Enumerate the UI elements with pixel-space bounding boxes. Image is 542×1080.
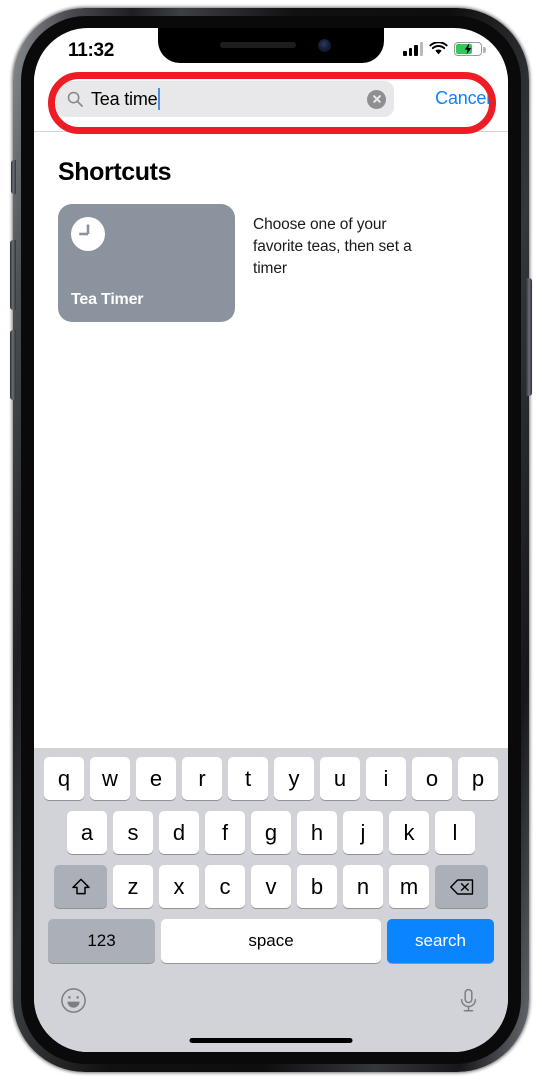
- numbers-key[interactable]: 123: [48, 919, 155, 963]
- key-y[interactable]: y: [274, 757, 314, 800]
- phone-frame: 11:32 Tea time Cancel Shortcuts Tea Time…: [10, 8, 532, 1072]
- shortcut-card-title: Tea Timer: [71, 291, 144, 308]
- shortcut-description: Choose one of your favorite teas, then s…: [253, 216, 412, 277]
- onscreen-keyboard: q w e r t y u i o p a s d f g h j k l z …: [34, 748, 508, 1052]
- phone-screen: 11:32 Tea time Cancel Shortcuts Tea Time…: [34, 28, 508, 1052]
- key-s[interactable]: s: [113, 811, 153, 854]
- key-i[interactable]: i: [366, 757, 406, 800]
- volume-up-button[interactable]: [10, 240, 16, 310]
- key-d[interactable]: d: [159, 811, 199, 854]
- clear-search-button[interactable]: [367, 89, 386, 109]
- key-k[interactable]: k: [389, 811, 429, 854]
- shift-key[interactable]: [54, 865, 107, 908]
- key-o[interactable]: o: [412, 757, 452, 800]
- key-u[interactable]: u: [320, 757, 360, 800]
- shortcut-card-tea-timer[interactable]: Tea Timer: [58, 204, 235, 322]
- wifi-icon: [429, 42, 448, 55]
- keyboard-row-bottom: z x c v b n m: [34, 865, 508, 908]
- search-bar-divider: [34, 131, 508, 132]
- cellular-bars-icon: [403, 42, 423, 56]
- status-bar-time: 11:32: [68, 40, 115, 61]
- space-key[interactable]: space: [161, 919, 381, 963]
- key-t[interactable]: t: [228, 757, 268, 800]
- shift-arrow-icon: [71, 878, 90, 894]
- backspace-delete-icon: [449, 878, 473, 895]
- key-q[interactable]: q: [44, 757, 84, 800]
- search-return-key[interactable]: search: [387, 919, 494, 963]
- cancel-button[interactable]: Cancel: [435, 88, 490, 109]
- key-a[interactable]: a: [67, 811, 107, 854]
- section-header-shortcuts: Shortcuts: [58, 158, 172, 186]
- emoji-smiley-icon[interactable]: [60, 987, 87, 1014]
- text-cursor: [158, 88, 161, 110]
- keyboard-utility-bar: [34, 968, 508, 1024]
- battery-charging-icon: [454, 42, 486, 56]
- key-h[interactable]: h: [297, 811, 337, 854]
- status-bar: 11:32: [34, 28, 508, 74]
- charging-bolt-icon: [464, 43, 472, 55]
- key-j[interactable]: j: [343, 811, 383, 854]
- volume-down-button[interactable]: [10, 330, 16, 400]
- keyboard-row-top: q w e r t y u i o p: [34, 757, 508, 800]
- key-r[interactable]: r: [182, 757, 222, 800]
- key-c[interactable]: c: [205, 865, 245, 908]
- key-x[interactable]: x: [159, 865, 199, 908]
- key-n[interactable]: n: [343, 865, 383, 908]
- keyboard-row-middle: a s d f g h j k l: [34, 811, 508, 854]
- key-e[interactable]: e: [136, 757, 176, 800]
- search-results: Shortcuts Tea Timer Choose one of your f…: [34, 132, 508, 748]
- search-icon: [67, 91, 83, 107]
- key-p[interactable]: p: [458, 757, 498, 800]
- shortcut-result-row: Tea Timer Choose one of your favorite te…: [58, 204, 508, 322]
- search-input-value: Tea time: [91, 88, 158, 109]
- key-w[interactable]: w: [90, 757, 130, 800]
- key-g[interactable]: g: [251, 811, 291, 854]
- search-input[interactable]: Tea time: [56, 81, 394, 117]
- keyboard-row-space: 123 space search: [34, 919, 508, 963]
- key-v[interactable]: v: [251, 865, 291, 908]
- key-b[interactable]: b: [297, 865, 337, 908]
- microphone-icon[interactable]: [455, 987, 482, 1014]
- key-z[interactable]: z: [113, 865, 153, 908]
- power-button[interactable]: [526, 278, 532, 396]
- key-l[interactable]: l: [435, 811, 475, 854]
- status-bar-indicators: [403, 42, 486, 56]
- key-m[interactable]: m: [389, 865, 429, 908]
- clock-icon: [71, 217, 105, 251]
- search-bar: Tea time Cancel: [34, 74, 508, 132]
- home-indicator[interactable]: [189, 1038, 353, 1043]
- key-f[interactable]: f: [205, 811, 245, 854]
- backspace-key[interactable]: [435, 865, 488, 908]
- silent-switch-button[interactable]: [11, 160, 16, 194]
